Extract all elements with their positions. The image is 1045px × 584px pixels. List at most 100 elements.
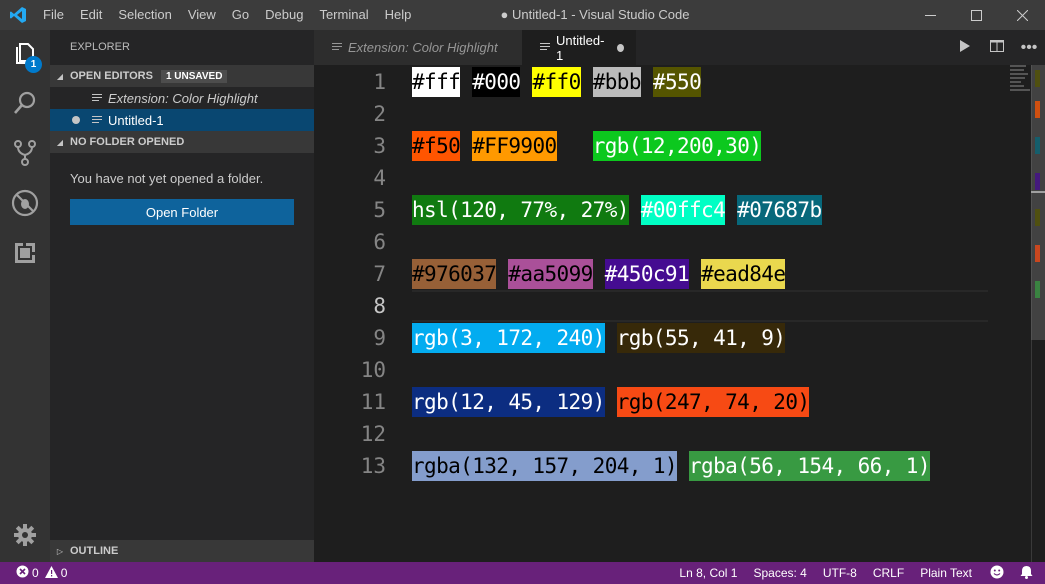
open-editors-header[interactable]: ◢ OPEN EDITORS 1 UNSAVED (50, 65, 314, 87)
line-number: 7 (373, 262, 386, 286)
file-icon (540, 40, 551, 55)
code-line: 13 rgba(132, 157, 204, 1) rgba(56, 154, 6… (314, 450, 994, 482)
feedback-smiley-icon[interactable] (980, 565, 1014, 582)
debug-icon (11, 189, 39, 222)
overview-ruler-mark (1035, 245, 1040, 262)
color-token: #450c91 (604, 259, 690, 289)
menu-go[interactable]: Go (224, 0, 257, 30)
editor-tabs: Extension: Color Highlight Untitled-1 ••… (314, 30, 1045, 65)
code-line: 1 #fff #000 #ff0 #bbb #550 (314, 66, 994, 98)
chevron-right-icon: ▷ (56, 546, 64, 556)
dirty-dot-icon[interactable] (72, 116, 80, 124)
line-number: 6 (373, 230, 386, 254)
close-window-button[interactable] (999, 0, 1045, 30)
code-line: 5 hsl(120, 77%, 27%) #00ffc4 #07687b (314, 194, 994, 226)
explorer-badge: 1 (25, 56, 42, 73)
language-mode[interactable]: Plain Text (912, 566, 980, 580)
minimize-button[interactable] (907, 0, 953, 30)
search-icon (12, 90, 38, 121)
unsaved-dot-icon[interactable] (616, 43, 624, 52)
activity-bar: 1 (0, 30, 50, 562)
minimap[interactable] (1010, 65, 1030, 105)
menu-help[interactable]: Help (377, 0, 420, 30)
error-count: 0 (32, 566, 39, 580)
color-token: #550 (652, 67, 702, 97)
menu-terminal[interactable]: Terminal (311, 0, 376, 30)
color-token: #ff0 (532, 67, 581, 97)
line-number: 11 (360, 390, 386, 414)
menu-debug[interactable]: Debug (257, 0, 311, 30)
menu-file[interactable]: File (35, 0, 72, 30)
color-token: rgba(56, 154, 66, 1) (689, 451, 930, 481)
extensions-icon (13, 241, 37, 270)
menu-view[interactable]: View (180, 0, 224, 30)
activity-source-control[interactable] (0, 130, 50, 180)
outline-header[interactable]: ▷ OUTLINE (50, 540, 314, 562)
explorer-sidebar: EXPLORER ◢ OPEN EDITORS 1 UNSAVED Extens… (50, 30, 314, 562)
chevron-down-icon: ◢ (56, 71, 64, 81)
overview-cursor-marker (1031, 191, 1045, 193)
warning-count: 0 (60, 566, 68, 580)
color-token: rgba(132, 157, 204, 1) (412, 451, 678, 481)
color-token: rgb(12,200,30) (592, 131, 762, 161)
menu-selection[interactable]: Selection (110, 0, 179, 30)
overview-ruler-mark (1035, 281, 1040, 298)
code-line: 2 (314, 98, 994, 130)
line-number: 3 (373, 134, 386, 158)
no-folder-header[interactable]: ◢ NO FOLDER OPENED (50, 131, 314, 153)
color-token: #976037 (412, 259, 497, 289)
more-actions-button[interactable]: ••• (1013, 30, 1045, 65)
menu-edit[interactable]: Edit (72, 0, 110, 30)
cursor-position[interactable]: Ln 8, Col 1 (671, 566, 745, 580)
line-number: 8 (373, 294, 386, 318)
outline-label: OUTLINE (70, 545, 119, 557)
color-token: #fff (412, 67, 461, 97)
code-line: 7 #976037 #aa5099 #450c91 #ead84e (314, 258, 994, 290)
activity-explorer[interactable]: 1 (0, 30, 50, 80)
open-editor-item[interactable]: Extension: Color Highlight (50, 87, 314, 109)
overview-ruler-mark (1035, 209, 1040, 226)
tab-untitled-1[interactable]: Untitled-1 (522, 30, 636, 65)
activity-search[interactable] (0, 80, 50, 130)
overview-ruler-mark (1035, 70, 1040, 87)
line-number: 2 (373, 102, 386, 126)
activity-extensions[interactable] (0, 230, 50, 280)
tab-extension-color-highlight[interactable]: Extension: Color Highlight (314, 30, 522, 65)
open-folder-button[interactable]: Open Folder (70, 199, 294, 225)
color-token: #aa5099 (508, 259, 593, 289)
line-number: 10 (360, 358, 386, 382)
color-token: #00ffc4 (640, 195, 726, 225)
color-token: rgb(3, 172, 240) (412, 323, 605, 353)
color-token: #FF9900 (472, 131, 557, 161)
code-editor[interactable]: 1 #fff #000 #ff0 #bbb #550 2 3 #f50 #FF9900 … (314, 65, 1045, 562)
title-bar: File Edit Selection View Go Debug Termin… (0, 0, 1045, 30)
code-line: 4 (314, 162, 994, 194)
run-button[interactable] (949, 30, 981, 65)
activity-debug[interactable] (0, 180, 50, 230)
color-token: rgb(12, 45, 129) (412, 387, 605, 417)
notifications-bell-icon[interactable] (1014, 565, 1045, 582)
color-token: #07687b (737, 195, 822, 225)
no-folder-label: NO FOLDER OPENED (70, 136, 185, 148)
menu-bar: File Edit Selection View Go Debug Termin… (35, 0, 419, 30)
end-of-line[interactable]: CRLF (865, 566, 912, 580)
vscode-logo-icon (0, 0, 35, 30)
error-icon (16, 565, 29, 581)
line-number: 5 (373, 198, 386, 222)
code-line: 11 rgb(12, 45, 129) rgb(247, 74, 20) (314, 386, 994, 418)
code-line: 6 (314, 226, 994, 258)
play-icon (959, 39, 971, 57)
encoding[interactable]: UTF-8 (815, 566, 865, 580)
problems-indicator[interactable]: 0 0 (0, 565, 67, 581)
maximize-button[interactable] (953, 0, 999, 30)
color-token: hsl(120, 77%, 27%) (412, 195, 629, 225)
status-bar: 0 0 Ln 8, Col 1 Spaces: 4 UTF-8 CRLF Pla… (0, 562, 1045, 584)
unsaved-badge: 1 UNSAVED (160, 69, 228, 83)
color-token: rgb(55, 41, 9) (616, 323, 786, 353)
color-token: #f50 (412, 131, 461, 161)
indentation[interactable]: Spaces: 4 (745, 566, 814, 580)
open-editor-item[interactable]: Untitled-1 (50, 109, 314, 131)
split-editor-button[interactable] (981, 30, 1013, 65)
activity-manage[interactable] (0, 512, 50, 562)
source-control-icon (13, 139, 37, 172)
